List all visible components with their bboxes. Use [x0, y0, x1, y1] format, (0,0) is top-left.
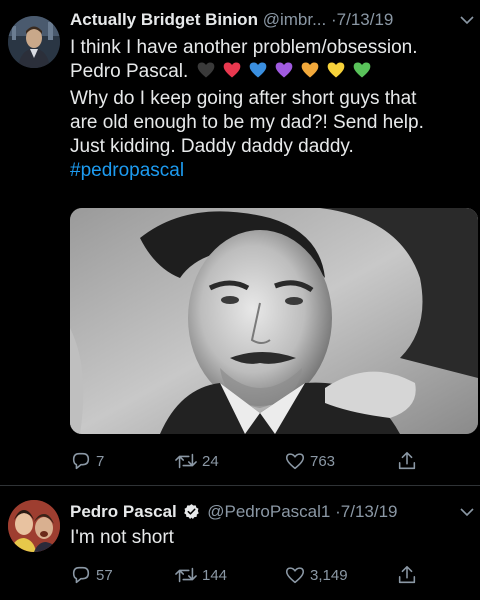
share-icon	[396, 564, 418, 586]
avatar[interactable]	[8, 16, 60, 68]
tweet-text-line: I'm not short	[70, 527, 174, 548]
tweet-actions: 57 144 3,149	[70, 560, 470, 590]
tweet-text-line: Just kidding. Daddy daddy daddy.	[70, 136, 354, 157]
tweet-text: I think I have another problem/obsession…	[70, 36, 470, 183]
blue-heart-icon	[249, 62, 267, 78]
reply-button[interactable]: 7	[70, 446, 104, 476]
reply-icon	[70, 564, 92, 586]
tweet[interactable]: Pedro Pascal @PedroPascal1 ·7/13/19 I'm …	[0, 486, 480, 600]
tweet-text-line: Pedro Pascal.	[70, 61, 189, 82]
tweet-text-line: I think I have another problem/obsession…	[70, 37, 418, 58]
reply-button[interactable]: 57	[70, 560, 113, 590]
share-button[interactable]	[396, 560, 418, 590]
heart-icon	[284, 450, 306, 472]
black-heart-icon	[197, 62, 215, 78]
like-button[interactable]: 763	[284, 446, 335, 476]
share-button[interactable]	[396, 446, 418, 476]
verified-badge-icon	[183, 503, 200, 525]
avatar[interactable]	[8, 500, 60, 552]
red-heart-icon	[223, 62, 241, 78]
tweet-header: Actually Bridget Binion @imbr... ·7/13/1…	[70, 10, 393, 30]
green-heart-icon	[353, 62, 371, 78]
tweet[interactable]: Actually Bridget Binion @imbr... ·7/13/1…	[0, 0, 480, 486]
retweet-icon	[174, 564, 198, 586]
like-count: 763	[310, 452, 336, 470]
purple-heart-icon	[275, 62, 293, 78]
tweet-text-line: are old enough to be my dad?! Send help.	[70, 112, 424, 133]
reply-icon	[70, 450, 92, 472]
yellow-heart-icon	[327, 62, 345, 78]
heart-icon	[284, 564, 306, 586]
tweet-header: Pedro Pascal @PedroPascal1 ·7/13/19	[70, 502, 398, 525]
tweet-date[interactable]: 7/13/19	[337, 10, 394, 29]
share-icon	[396, 450, 418, 472]
heart-emojis	[196, 60, 378, 87]
tweet-text: I'm not short	[70, 526, 174, 550]
retweet-icon	[174, 450, 198, 472]
chevron-down-icon[interactable]	[460, 12, 474, 28]
tweet-photo[interactable]	[70, 208, 478, 434]
display-name[interactable]: Actually Bridget Binion	[70, 10, 258, 29]
reply-count: 7	[96, 452, 105, 470]
handle[interactable]: @PedroPascal1	[207, 502, 330, 521]
retweet-button[interactable]: 144	[174, 560, 227, 590]
tweet-date[interactable]: 7/13/19	[341, 502, 398, 521]
like-count: 3,149	[310, 566, 348, 584]
tweet-text-line-with-emojis: Pedro Pascal.	[70, 60, 470, 87]
retweet-count: 24	[202, 452, 219, 470]
tweet-text-line: Why do I keep going after short guys tha…	[70, 88, 417, 109]
retweet-button[interactable]: 24	[174, 446, 219, 476]
orange-heart-icon	[301, 62, 319, 78]
reply-count: 57	[96, 566, 113, 584]
handle[interactable]: @imbr...	[263, 10, 327, 29]
display-name[interactable]: Pedro Pascal	[70, 502, 177, 521]
hashtag-link[interactable]: #pedropascal	[70, 159, 470, 183]
retweet-count: 144	[202, 566, 228, 584]
like-button[interactable]: 3,149	[284, 560, 348, 590]
tweet-actions: 7 24 763	[70, 446, 470, 476]
chevron-down-icon[interactable]	[460, 504, 474, 520]
